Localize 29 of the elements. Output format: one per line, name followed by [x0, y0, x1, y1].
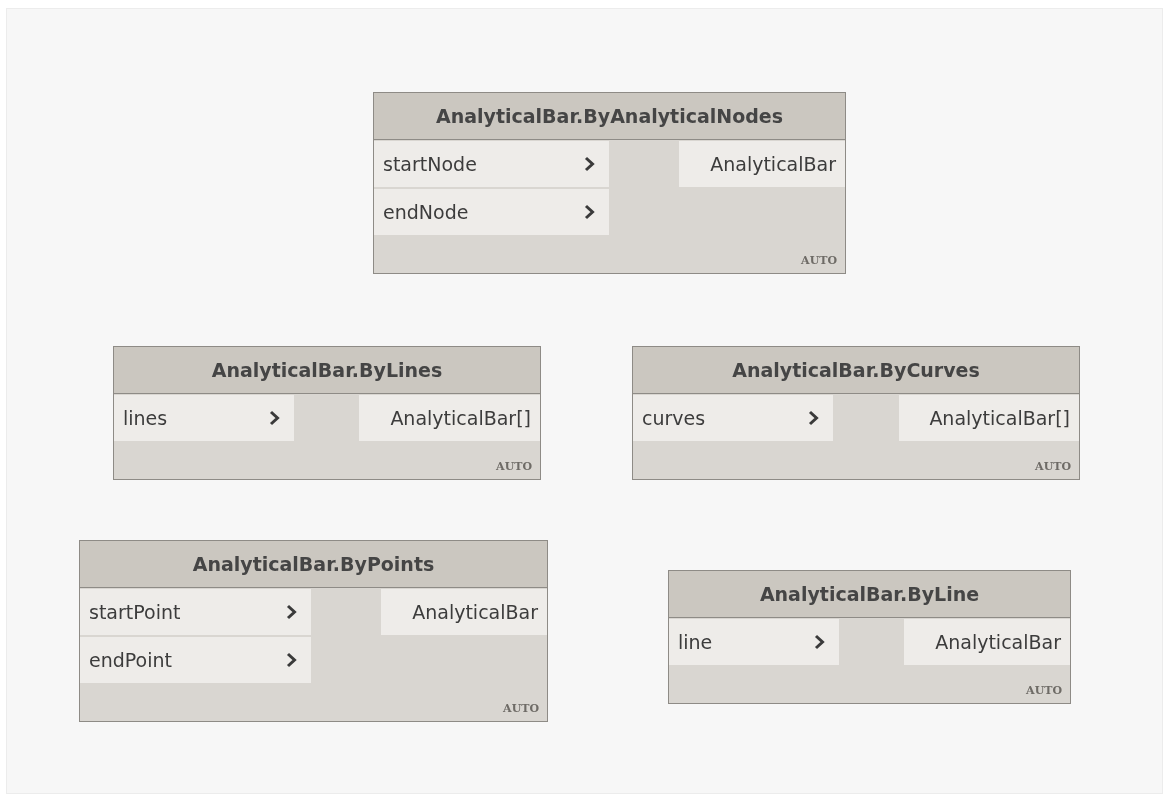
- node-title: AnalyticalBar.ByPoints: [80, 541, 547, 588]
- chevron-icon: [814, 634, 825, 650]
- output-port[interactable]: AnalyticalBar[]: [899, 395, 1079, 441]
- input-port[interactable]: line: [669, 619, 839, 665]
- output-port[interactable]: AnalyticalBar[]: [359, 395, 540, 441]
- output-port[interactable]: AnalyticalBar: [381, 589, 547, 635]
- lacing-label[interactable]: AUTO: [503, 702, 539, 715]
- input-port[interactable]: lines: [114, 395, 294, 441]
- lacing-label[interactable]: AUTO: [1026, 684, 1062, 697]
- chevron-icon: [808, 410, 819, 426]
- output-port[interactable]: AnalyticalBar: [904, 619, 1070, 665]
- output-port[interactable]: AnalyticalBar: [679, 141, 845, 187]
- input-port[interactable]: endNode: [374, 189, 609, 235]
- chevron-icon: [286, 652, 297, 668]
- input-port[interactable]: startPoint: [80, 589, 311, 635]
- node-title: AnalyticalBar.ByLines: [114, 347, 540, 394]
- input-port[interactable]: startNode: [374, 141, 609, 187]
- node-title: AnalyticalBar.ByCurves: [633, 347, 1079, 394]
- chevron-icon: [584, 204, 595, 220]
- node-title: AnalyticalBar.ByLine: [669, 571, 1070, 618]
- lacing-label[interactable]: AUTO: [1035, 460, 1071, 473]
- input-port[interactable]: curves: [633, 395, 833, 441]
- lacing-label[interactable]: AUTO: [801, 254, 837, 267]
- chevron-icon: [584, 156, 595, 172]
- input-port[interactable]: endPoint: [80, 637, 311, 683]
- chevron-icon: [286, 604, 297, 620]
- lacing-label[interactable]: AUTO: [496, 460, 532, 473]
- chevron-icon: [269, 410, 280, 426]
- node-title: AnalyticalBar.ByAnalyticalNodes: [374, 93, 845, 140]
